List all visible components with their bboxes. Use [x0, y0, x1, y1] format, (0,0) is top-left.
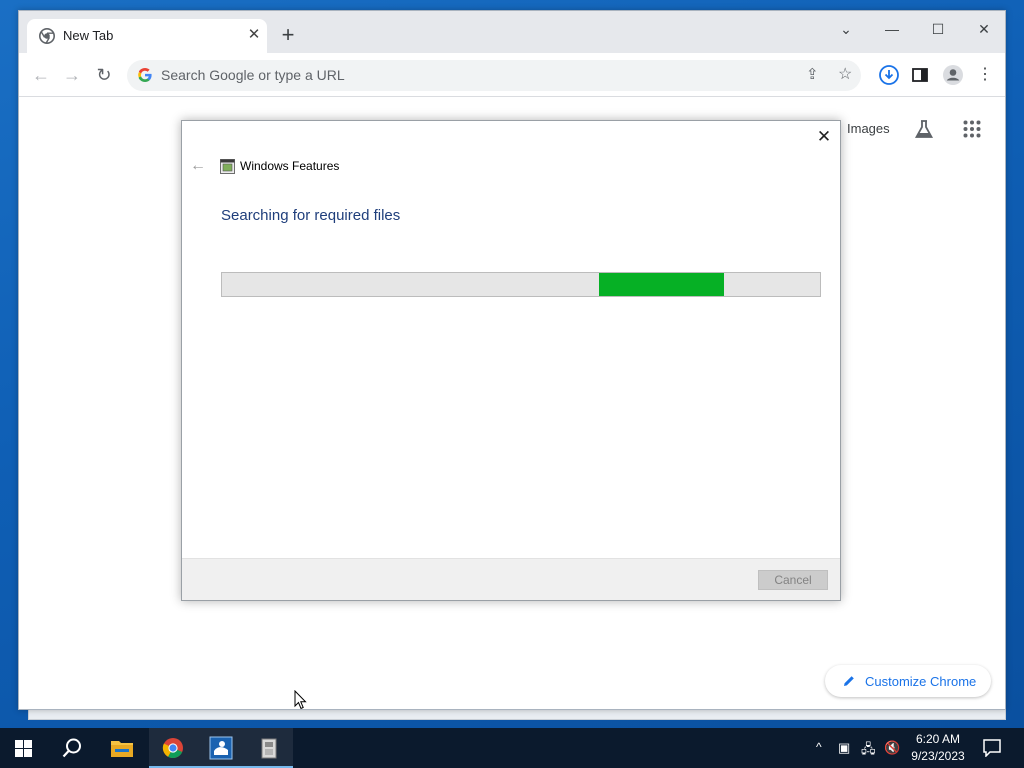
control-panel-icon[interactable]	[197, 728, 245, 768]
installer-icon[interactable]	[245, 728, 293, 768]
profile-icon[interactable]	[942, 64, 964, 86]
back-arrow-icon[interactable]: ←	[190, 157, 206, 175]
tab-close-icon[interactable]: ✕	[245, 26, 263, 44]
side-panel-icon[interactable]	[912, 67, 928, 83]
more-menu-icon[interactable]: ⋮	[973, 63, 997, 87]
start-icon[interactable]	[15, 740, 32, 757]
taskbar: ^ ▣ 🖧 🔇 6:20 AM 9/23/2023	[0, 728, 1024, 768]
battery-network-icon[interactable]: ▣	[838, 740, 850, 756]
images-link[interactable]: Images	[847, 121, 890, 136]
maximize-button[interactable]: ☐	[915, 15, 961, 47]
labs-flask-icon[interactable]	[913, 118, 935, 140]
pencil-icon	[844, 676, 854, 686]
forward-icon[interactable]: →	[60, 63, 84, 87]
windows-features-dialog: ✕ ← Windows Features Searching for requi…	[181, 120, 841, 601]
browser-toolbar: ← → ↻ Search Google or type a URL ⇪ ☆ ⋮	[19, 53, 1005, 97]
close-window-button[interactable]: ✕	[961, 15, 1005, 47]
mouse-cursor-icon	[294, 690, 307, 710]
status-heading: Searching for required files	[221, 207, 401, 224]
chrome-taskbar-icon[interactable]	[149, 728, 197, 768]
address-bar[interactable]: Search Google or type a URL ⇪ ☆	[127, 60, 861, 91]
dialog-footer: Cancel	[182, 558, 840, 600]
back-icon[interactable]: ←	[29, 63, 53, 87]
download-icon[interactable]	[878, 64, 900, 86]
chrome-logo-icon	[39, 28, 55, 44]
close-icon[interactable]: ✕	[814, 127, 834, 147]
new-tab-button[interactable]: +	[277, 24, 299, 47]
tab-title: New Tab	[63, 28, 114, 43]
dialog-title: Windows Features	[240, 159, 340, 173]
progress-fill	[598, 273, 725, 296]
network-icon[interactable]: 🖧	[861, 740, 876, 762]
share-icon[interactable]: ⇪	[806, 65, 819, 83]
chevron-up-icon[interactable]: ^	[816, 740, 822, 754]
tab-new-tab[interactable]: New Tab ✕	[27, 19, 267, 53]
system-clock[interactable]: 6:20 AM 9/23/2023	[902, 731, 974, 765]
clock-time: 6:20 AM	[915, 732, 961, 746]
customize-chrome-button[interactable]: Customize Chrome	[825, 665, 991, 697]
cancel-button[interactable]: Cancel	[758, 570, 828, 590]
file-explorer-icon[interactable]	[98, 728, 146, 768]
windows-features-icon	[220, 159, 235, 174]
google-g-icon	[138, 68, 152, 82]
clock-date: 9/23/2023	[911, 749, 965, 763]
volume-muted-icon[interactable]: 🔇	[884, 740, 900, 756]
reload-icon[interactable]: ↻	[92, 63, 116, 87]
notifications-icon[interactable]	[983, 739, 1001, 757]
tab-search-icon[interactable]: ⌄	[823, 15, 869, 47]
search-icon[interactable]	[61, 737, 83, 759]
minimize-button[interactable]: —	[869, 15, 915, 47]
omnibox-placeholder: Search Google or type a URL	[161, 67, 345, 83]
customize-chrome-label: Customize Chrome	[865, 674, 977, 689]
bookmark-star-icon[interactable]: ☆	[838, 64, 852, 84]
progress-bar	[221, 272, 821, 297]
title-bar: New Tab ✕ + ⌄ — ☐ ✕	[19, 11, 1005, 53]
apps-grid-icon[interactable]	[963, 120, 981, 138]
